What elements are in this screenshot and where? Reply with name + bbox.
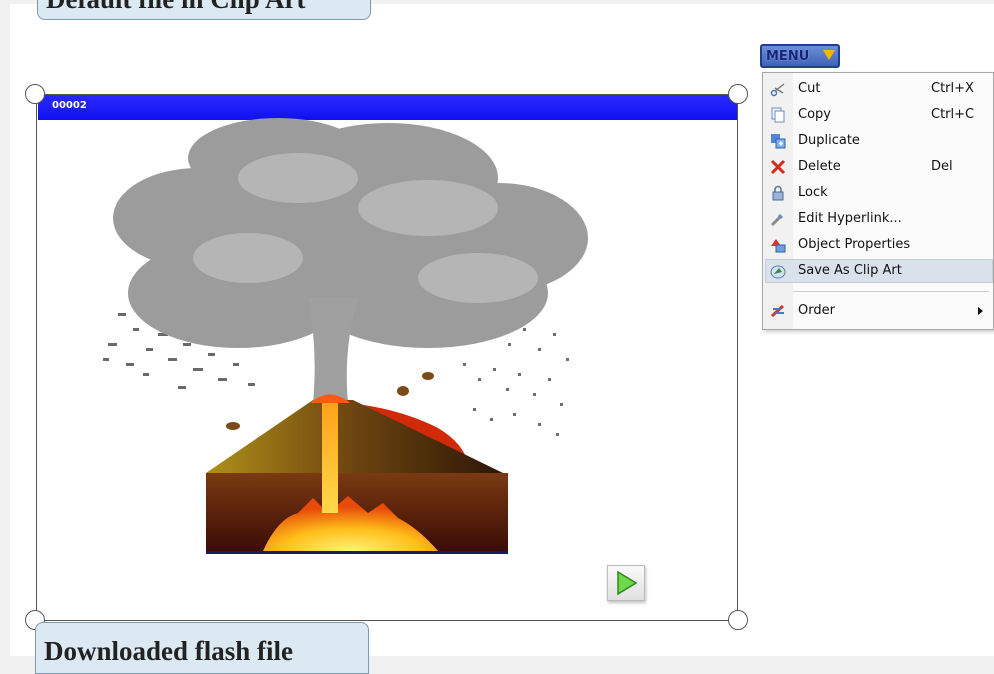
volcano-image [103,118,588,554]
duplicate-icon [771,134,786,149]
menu-item-cut[interactable]: Cut Ctrl+X [765,77,993,101]
menu-item-label: Order [798,303,835,318]
submenu-arrow-icon [978,307,983,315]
menu-separator [793,291,989,292]
copy-icon [771,107,785,123]
chevron-down-icon [823,50,835,60]
resize-handle-top-right[interactable] [728,84,748,104]
resize-handle-top-left[interactable] [25,84,45,104]
properties-icon [771,239,786,253]
menu-item-label: Duplicate [798,133,860,148]
lock-icon [772,185,784,201]
resize-handle-bottom-right[interactable] [728,610,748,630]
menu-item-label: Cut [798,81,821,96]
object-title-bar[interactable]: 00002 [38,95,737,120]
menu-button[interactable]: MENU [760,44,840,68]
menu-item-label: Edit Hyperlink... [798,211,902,226]
scissors-icon [770,83,785,97]
menu-item-label: Save As Clip Art [798,263,902,278]
menu-button-label: MENU [766,49,810,64]
menu-item-duplicate[interactable]: Duplicate [765,129,993,153]
play-button[interactable] [607,565,645,601]
menu-item-save-as-clip-art[interactable]: Save As Clip Art [765,259,993,283]
callout-bottom-label: Downloaded flash file [35,622,369,674]
save-clip-art-icon [770,265,786,279]
menu-item-edit-hyperlink[interactable]: Edit Hyperlink... [765,207,993,231]
order-icon [770,304,785,318]
menu-item-label: Lock [798,185,828,200]
menu-item-order[interactable]: Order [765,299,993,323]
play-icon [617,570,638,596]
delete-icon [770,159,786,175]
menu-item-copy[interactable]: Copy Ctrl+C [765,103,993,127]
context-menu: Cut Ctrl+X Copy Ctrl+C Duplicate Delete … [762,72,994,330]
menu-item-label: Object Properties [798,237,911,252]
object-title: 00002 [52,100,87,111]
callout-top-label: Default file in Clip Art [37,0,371,20]
menu-item-shortcut: Ctrl+C [931,107,975,122]
menu-item-delete[interactable]: Delete Del [765,155,993,179]
hyperlink-icon [770,213,784,227]
menu-item-label: Delete [798,159,841,174]
menu-item-object-properties[interactable]: Object Properties [765,233,993,257]
menu-item-shortcut: Ctrl+X [931,81,974,96]
menu-item-shortcut: Del [931,159,953,174]
menu-item-label: Copy [798,107,831,122]
menu-item-lock[interactable]: Lock [765,181,993,205]
